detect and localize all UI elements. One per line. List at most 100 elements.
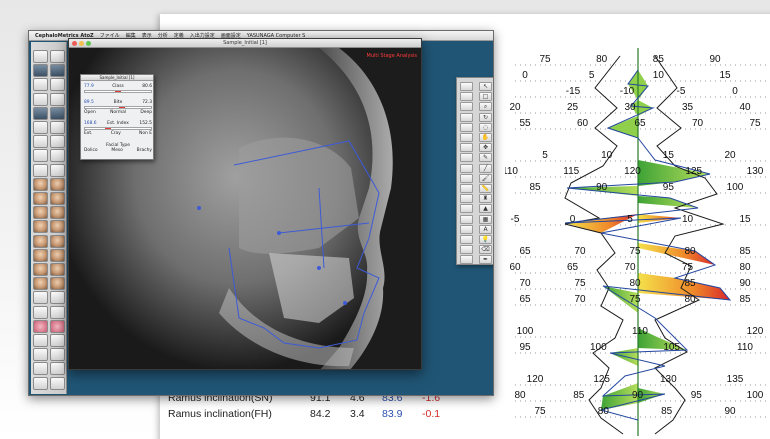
rotate-icon[interactable]: ↻ — [479, 112, 492, 122]
pen-icon[interactable] — [460, 255, 473, 265]
face-icon[interactable] — [50, 177, 65, 191]
text-icon[interactable]: A — [479, 224, 492, 234]
ruler-icon[interactable]: 📏 — [479, 184, 492, 193]
tick-label: 110 — [632, 326, 648, 337]
lasso-icon[interactable] — [460, 122, 473, 132]
cursor-icon[interactable] — [460, 82, 473, 91]
face-icon[interactable] — [50, 277, 65, 291]
ruler-icon[interactable] — [460, 184, 473, 193]
eraser-icon[interactable] — [460, 245, 473, 255]
cursor-icon[interactable]: ↖ — [479, 82, 492, 91]
lips-icon[interactable] — [33, 319, 48, 333]
camera-icon[interactable] — [50, 92, 65, 106]
bulb-icon[interactable] — [460, 235, 473, 244]
face-icon[interactable] — [33, 192, 48, 205]
pencil-icon[interactable]: ✎ — [479, 153, 492, 163]
chart-icon[interactable] — [50, 149, 65, 163]
face-icon[interactable] — [33, 248, 48, 262]
move-icon[interactable] — [460, 143, 473, 153]
left-toolbar — [31, 42, 67, 394]
mouth-icon[interactable] — [33, 291, 48, 305]
line-icon[interactable] — [460, 163, 473, 173]
monitor-icon[interactable] — [50, 106, 65, 120]
brush-icon[interactable]: 🖌 — [479, 173, 492, 183]
face-icon[interactable] — [33, 206, 48, 220]
teeth-icon[interactable] — [50, 305, 65, 319]
face-icon[interactable] — [50, 263, 65, 276]
arrow-icon[interactable] — [33, 50, 48, 63]
facial-type-meso[interactable]: Meso — [111, 148, 122, 153]
monitor-icon[interactable] — [33, 106, 48, 120]
pencil-icon[interactable] — [460, 153, 473, 163]
print-icon[interactable] — [33, 121, 48, 134]
eraser-icon[interactable]: ⌫ — [479, 245, 492, 255]
rect-select-icon[interactable]: □ — [479, 92, 492, 102]
globe-icon[interactable] — [50, 64, 65, 78]
triangle-icon[interactable] — [460, 204, 473, 214]
zoom-in-icon[interactable] — [50, 334, 65, 347]
image-icon[interactable]: ▦ — [479, 214, 492, 224]
table-icon[interactable] — [50, 135, 65, 149]
zoom-in-icon[interactable] — [33, 334, 48, 347]
list-icon[interactable] — [50, 163, 65, 177]
face-icon[interactable] — [50, 234, 65, 248]
facial-type-brachy[interactable]: Brachy — [137, 148, 152, 153]
face-icon[interactable] — [50, 220, 65, 234]
zoom-icon[interactable]: ⌕ — [479, 102, 492, 112]
tick-label: -5 — [677, 86, 686, 97]
class-bar — [84, 90, 152, 93]
minimize-icon[interactable] — [79, 41, 84, 46]
print-icon[interactable] — [50, 121, 65, 134]
bottle-icon[interactable]: ♜ — [479, 194, 492, 204]
mouth-icon[interactable] — [50, 291, 65, 305]
hand-icon[interactable] — [50, 362, 65, 376]
line-icon[interactable]: ╱ — [479, 163, 492, 173]
maximize-icon[interactable] — [86, 41, 91, 46]
class-label: Class — [112, 84, 124, 89]
camera-icon[interactable] — [33, 92, 48, 106]
lips-icon[interactable] — [50, 319, 65, 333]
hand-icon[interactable]: ✋ — [479, 133, 492, 142]
facial-type-dolico[interactable]: Dolico — [84, 148, 98, 153]
face-icon[interactable] — [50, 192, 65, 205]
image-icon[interactable] — [460, 214, 473, 224]
rect-select-icon[interactable] — [460, 92, 473, 102]
crop-icon[interactable] — [33, 376, 48, 390]
face-icon[interactable] — [33, 220, 48, 234]
globe-icon[interactable] — [33, 64, 48, 78]
rotate-icon[interactable] — [460, 112, 473, 122]
close-icon[interactable] — [72, 41, 77, 46]
pen-icon[interactable]: ✒ — [479, 255, 492, 265]
face-icon[interactable] — [33, 234, 48, 248]
arrow-icon[interactable] — [50, 50, 65, 63]
zoom-out-icon[interactable] — [50, 348, 65, 362]
tick-label: 85 — [661, 406, 673, 417]
face-icon[interactable] — [50, 206, 65, 220]
list-icon[interactable] — [33, 163, 48, 177]
tick-label: -10 — [620, 86, 635, 97]
face-icon[interactable] — [33, 177, 48, 191]
zoom-out-icon[interactable] — [33, 348, 48, 362]
face-icon[interactable] — [33, 263, 48, 276]
move-icon[interactable]: ✥ — [479, 143, 492, 153]
brush-icon[interactable] — [460, 173, 473, 183]
hand-icon[interactable] — [33, 362, 48, 376]
folder-icon[interactable] — [33, 78, 48, 92]
bottle-icon[interactable] — [460, 194, 473, 204]
tick-label: 70 — [574, 294, 586, 305]
crop-icon[interactable] — [50, 376, 65, 390]
zoom-icon[interactable] — [460, 102, 473, 112]
face-icon[interactable] — [33, 277, 48, 291]
bulb-icon[interactable]: 💡 — [479, 235, 492, 244]
teeth-icon[interactable] — [33, 305, 48, 319]
text-icon[interactable] — [460, 224, 473, 234]
chart-icon[interactable] — [33, 149, 48, 163]
tick-label: 65 — [567, 262, 579, 273]
table-icon[interactable] — [33, 135, 48, 149]
triangle-icon[interactable]: ▲ — [479, 204, 492, 214]
face-icon[interactable] — [50, 248, 65, 262]
lasso-icon[interactable]: ◌ — [479, 122, 492, 132]
folder-icon[interactable] — [50, 78, 65, 92]
hand-icon[interactable] — [460, 133, 473, 142]
tick-label: 125 — [685, 166, 702, 177]
